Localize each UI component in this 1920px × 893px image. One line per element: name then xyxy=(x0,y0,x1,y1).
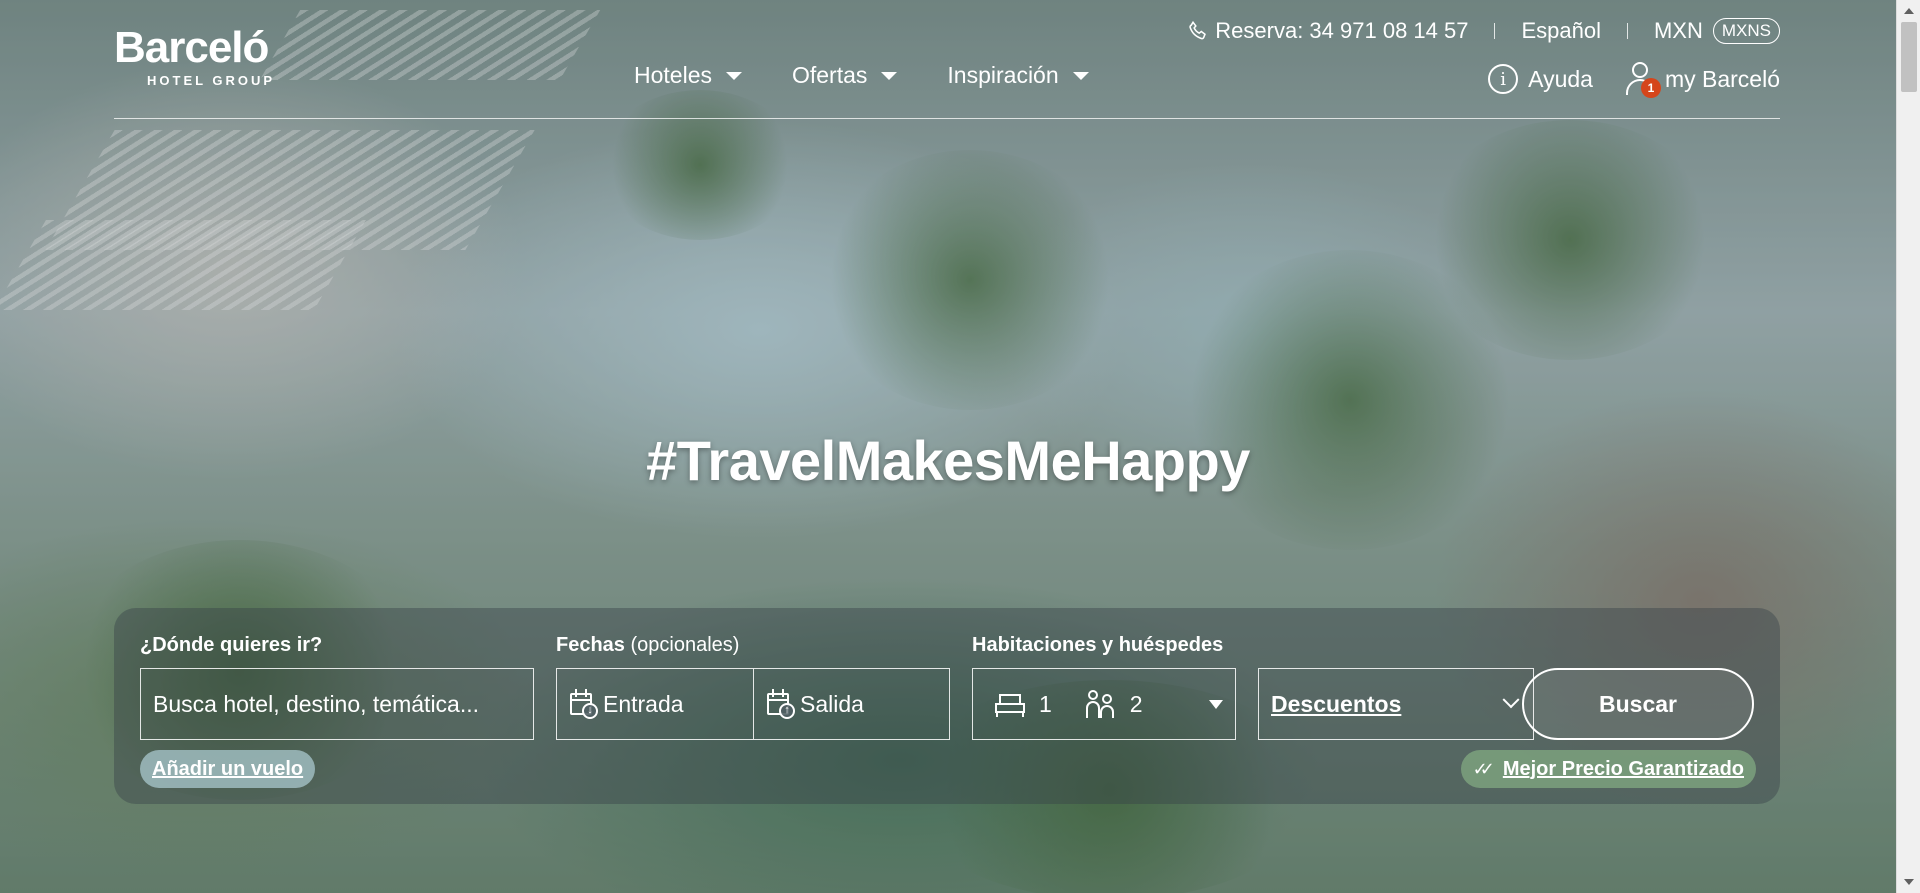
destination-label: ¿Dónde quieres ir? xyxy=(140,634,323,656)
dates-field: ↓ Entrada ↑ Salida xyxy=(556,668,950,740)
dates-label-group: Fechas (opcionales) xyxy=(556,634,739,657)
bed-icon xyxy=(995,691,1025,717)
dates-optional: (opcionales) xyxy=(630,634,740,656)
scrollbar-thumb[interactable] xyxy=(1901,22,1917,92)
checkin-label: Entrada xyxy=(603,690,684,717)
user-icon: 1 xyxy=(1625,62,1661,98)
logo-brand: Barceló xyxy=(114,23,269,72)
help-label: Ayuda xyxy=(1528,65,1593,92)
scroll-up-arrow-icon[interactable] xyxy=(1904,8,1914,14)
checkout-label: Salida xyxy=(800,690,864,717)
currency-badge: MXNS xyxy=(1712,18,1780,44)
divider xyxy=(1494,23,1496,39)
rooms-label: Habitaciones y huéspedes xyxy=(972,634,1224,656)
search-panel: ¿Dónde quieres ir? Fechas (opcionales) H… xyxy=(114,608,1780,804)
main-nav: Hoteles Ofertas Inspiración xyxy=(634,62,1089,89)
account-label: my Barceló xyxy=(1664,65,1780,92)
nav-hoteles-label: Hoteles xyxy=(634,62,712,88)
destination-input[interactable]: Busca hotel, destino, temática... xyxy=(140,668,534,740)
nav-ofertas[interactable]: Ofertas xyxy=(791,62,898,89)
logo-group: HOTEL GROUP xyxy=(147,73,276,88)
best-price-label: Mejor Precio Garantizado xyxy=(1502,757,1744,780)
hero-title: #TravelMakesMeHappy xyxy=(646,429,1250,492)
guests-count: 2 xyxy=(1129,690,1143,717)
search-button[interactable]: Buscar xyxy=(1522,668,1754,740)
rooms-count: 1 xyxy=(1039,690,1052,717)
language-selector[interactable]: Español xyxy=(1521,18,1601,44)
nav-ofertas-label: Ofertas xyxy=(791,62,868,88)
caret-down-icon xyxy=(1072,71,1089,80)
currency-label: MXN xyxy=(1653,18,1703,43)
account-nav: i Ayuda 1 my Barceló xyxy=(1488,62,1780,98)
discount-label: Descuentos xyxy=(1271,690,1402,717)
rooms-guests-selector[interactable]: 1 2 xyxy=(972,668,1236,740)
reservation-phone[interactable]: Reserva: 34 971 08 14 57 xyxy=(1187,18,1468,44)
phone-icon xyxy=(1189,20,1207,40)
calendar-checkout-icon: ↑ xyxy=(766,689,795,719)
page-scrollbar[interactable] xyxy=(1896,0,1920,893)
top-utility-bar: Reserva: 34 971 08 14 57 Español MXN MXN… xyxy=(1187,16,1780,46)
double-check-icon: ✓✓ xyxy=(1472,758,1495,779)
destination-placeholder: Busca hotel, destino, temática... xyxy=(153,690,480,717)
nav-inspiracion[interactable]: Inspiración xyxy=(947,62,1089,89)
caret-down-icon xyxy=(881,71,898,80)
reservation-label: Reserva: 34 971 08 14 57 xyxy=(1215,18,1469,43)
checkin-field[interactable]: ↓ Entrada xyxy=(557,669,753,739)
header-divider xyxy=(114,118,1780,119)
discount-selector[interactable]: Descuentos xyxy=(1258,668,1534,740)
nav-hoteles[interactable]: Hoteles xyxy=(634,62,742,89)
info-icon: i xyxy=(1488,64,1519,94)
nav-inspiracion-label: Inspiración xyxy=(947,62,1059,88)
dates-label: Fechas xyxy=(556,634,625,656)
people-icon xyxy=(1085,690,1116,718)
dropdown-arrow-icon xyxy=(1209,699,1223,709)
barcelo-logo[interactable]: Barceló HOTEL GROUP xyxy=(114,23,304,89)
help-link[interactable]: i Ayuda xyxy=(1488,64,1593,94)
divider xyxy=(1626,23,1628,39)
best-price-badge[interactable]: ✓✓ Mejor Precio Garantizado xyxy=(1460,750,1756,788)
notification-badge: 1 xyxy=(1640,78,1661,98)
add-flight-link[interactable]: Añadir un vuelo xyxy=(140,750,316,788)
calendar-checkin-icon: ↓ xyxy=(569,689,598,719)
chevron-down-icon xyxy=(1502,691,1520,709)
checkout-field[interactable]: ↑ Salida xyxy=(753,669,949,739)
caret-down-icon xyxy=(725,71,742,80)
currency-selector[interactable]: MXN MXNS xyxy=(1654,18,1780,44)
scroll-down-arrow-icon[interactable] xyxy=(1904,879,1914,885)
my-barcelo-link[interactable]: 1 my Barceló xyxy=(1625,62,1780,98)
